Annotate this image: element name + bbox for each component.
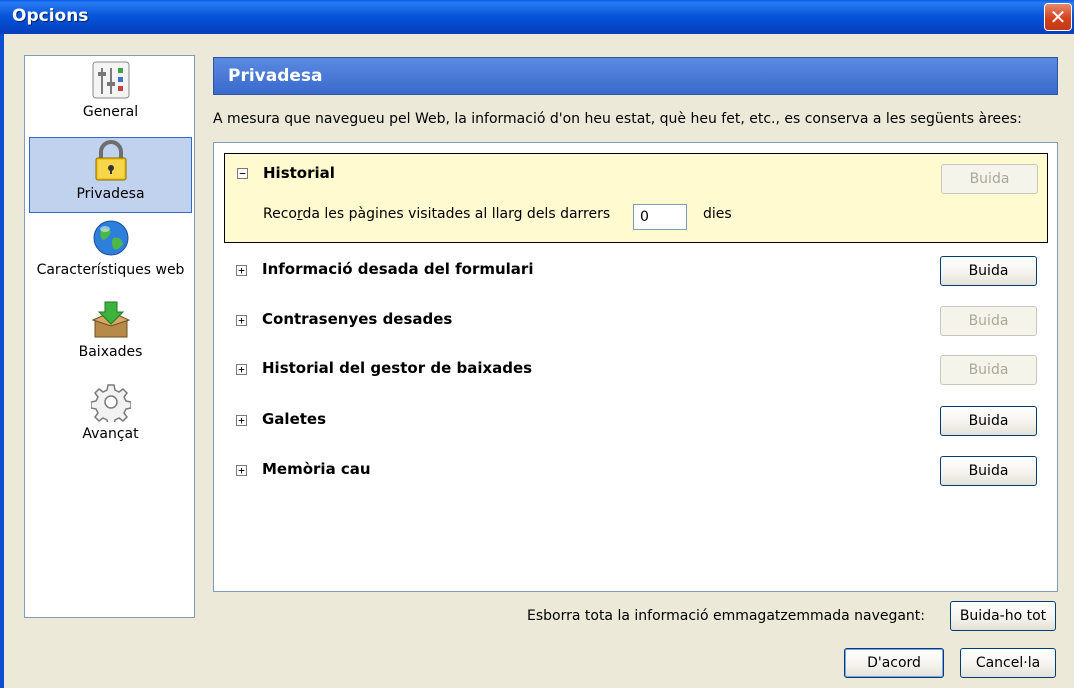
clear-all-button[interactable]: Buida-ho tot (950, 601, 1056, 631)
close-button[interactable]: ✕ (1044, 3, 1072, 31)
pane-header: Privadesa (213, 57, 1058, 95)
clear-historial-button[interactable]: Buida (941, 164, 1038, 194)
padlock-icon (95, 140, 126, 181)
title-bar: Opcions ✕ (0, 0, 1074, 34)
remember-days-label: Recorda les pàgines visitades al llarg d… (263, 206, 611, 222)
ok-button[interactable]: D'acord (844, 648, 944, 678)
sidebar-item-label: General (82, 104, 139, 120)
clear-all-label: Esborra tota la informació emmagatzemmad… (527, 608, 926, 624)
window-title: Opcions (12, 6, 89, 26)
expand-toggle[interactable]: + (236, 265, 247, 276)
category-sidebar: General Privadesa Característiques web B… (24, 55, 195, 618)
clear-formulari-button[interactable]: Buida (940, 256, 1037, 286)
section-label: Historial (263, 164, 335, 182)
clear-contrasenyes-button[interactable]: Buida (940, 306, 1037, 336)
expand-toggle[interactable]: + (236, 315, 247, 326)
clear-gestor-baixades-button[interactable]: Buida (940, 355, 1037, 385)
expand-toggle[interactable]: + (236, 415, 247, 426)
sidebar-item-privadesa[interactable]: Privadesa (29, 137, 192, 213)
sidebar-item-avancat[interactable]: Avançat (29, 382, 192, 456)
section-historial: − Historial Buida Recorda les pàgines vi… (224, 153, 1048, 243)
collapse-toggle[interactable]: − (237, 168, 248, 179)
private-data-list: − Historial Buida Recorda les pàgines vi… (213, 142, 1058, 592)
clear-galetes-button[interactable]: Buida (940, 406, 1037, 436)
expand-toggle[interactable]: + (236, 465, 247, 476)
days-unit-label: dies (703, 206, 732, 222)
section-label: Memòria cau (262, 460, 371, 478)
sidebar-item-label: Avançat (82, 426, 139, 442)
gear-icon (90, 384, 131, 422)
section-label: Historial del gestor de baixades (262, 359, 533, 377)
section-label: Contrasenyes desades (262, 310, 453, 328)
sidebar-item-label: Característiques web (36, 262, 185, 278)
sliders-icon (92, 61, 129, 99)
section-label: Informació desada del formulari (262, 260, 534, 278)
pane-title: Privadesa (228, 66, 323, 86)
globe-icon (93, 220, 128, 256)
sidebar-item-caracteristiques-web[interactable]: Característiques web (29, 218, 192, 292)
download-box-icon (91, 301, 130, 338)
close-icon: ✕ (1049, 5, 1067, 29)
cancel-button[interactable]: Cancel·la (960, 648, 1056, 678)
section-label: Galetes (262, 410, 327, 428)
window-frame-left (0, 34, 4, 688)
pane-intro-text: A mesura que navegueu pel Web, la inform… (213, 111, 1022, 127)
sidebar-item-label: Baixades (78, 344, 143, 360)
history-days-input[interactable] (633, 204, 687, 230)
expand-toggle[interactable]: + (236, 364, 247, 375)
sidebar-item-general[interactable]: General (29, 60, 192, 135)
clear-memoria-cau-button[interactable]: Buida (940, 456, 1037, 486)
sidebar-item-baixades[interactable]: Baixades (29, 300, 192, 374)
sidebar-item-label: Privadesa (76, 186, 145, 202)
